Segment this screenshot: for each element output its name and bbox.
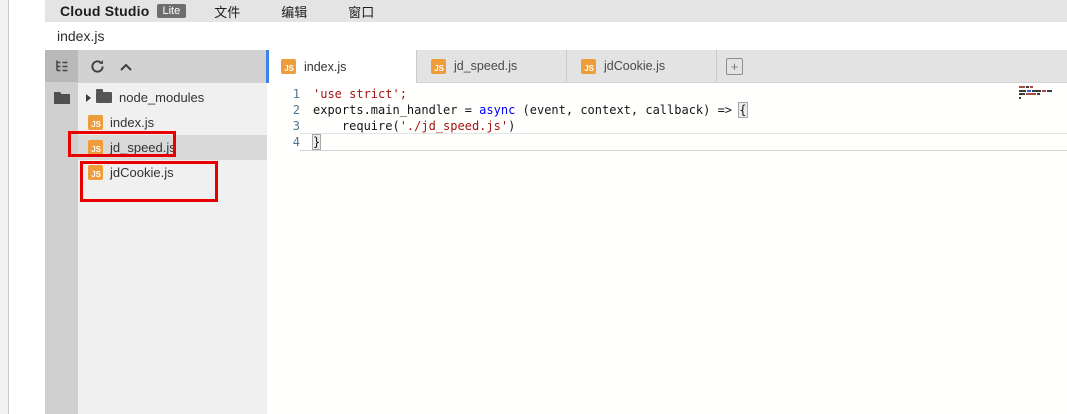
folder-icon (53, 91, 71, 105)
explorer-toolbar (78, 50, 267, 83)
app-logo: Cloud Studio (60, 3, 150, 19)
tab-label: jdCookie.js (604, 59, 665, 73)
refresh-button[interactable] (88, 58, 106, 76)
code-line[interactable]: 4} (267, 134, 1067, 150)
line-number: 4 (267, 134, 300, 150)
menu-window[interactable]: 窗口 (348, 2, 374, 21)
code-lines: 1'use strict';2exports.main_handler = as… (267, 86, 1067, 150)
menu-bar: 文件 编辑 窗口 (214, 2, 374, 21)
tree-item-jd-speed-js[interactable]: JS jd_speed.js (78, 135, 267, 160)
activity-explorer-button[interactable] (45, 50, 78, 82)
tab-bar: JS index.js JS jd_speed.js JS jdCookie.j… (267, 50, 1067, 83)
tree-item-label: jd_speed.js (110, 140, 176, 155)
tree-item-label: jdCookie.js (110, 165, 174, 180)
refresh-icon (90, 59, 105, 74)
list-tree-icon (54, 58, 70, 74)
code-editor[interactable]: 1'use strict';2exports.main_handler = as… (267, 83, 1067, 414)
chevron-up-icon (119, 62, 133, 72)
menu-file[interactable]: 文件 (214, 2, 240, 21)
line-number: 2 (267, 102, 300, 118)
tree-item-node-modules[interactable]: node_modules (78, 85, 267, 110)
menu-edit[interactable]: 编辑 (281, 2, 307, 21)
explorer-panel: node_modules JS index.js JS jd_speed.js … (78, 50, 267, 414)
window-title: index.js (57, 28, 104, 44)
activity-bar (45, 50, 78, 414)
folder-icon (96, 92, 112, 103)
top-menu-bar: Cloud Studio Lite 文件 编辑 窗口 (45, 0, 1067, 22)
tab-jd-speed-js[interactable]: JS jd_speed.js (417, 50, 567, 82)
plus-icon: + (726, 58, 743, 75)
new-tab-button[interactable]: + (717, 50, 743, 82)
js-file-icon: JS (581, 59, 596, 74)
collapse-all-button[interactable] (117, 58, 135, 76)
js-file-icon: JS (88, 165, 103, 180)
tab-label: index.js (304, 60, 346, 74)
editor-group: JS index.js JS jd_speed.js JS jdCookie.j… (267, 50, 1067, 414)
tree-item-index-js[interactable]: JS index.js (78, 110, 267, 135)
tab-label: jd_speed.js (454, 59, 517, 73)
js-file-icon: JS (431, 59, 446, 74)
lite-badge: Lite (157, 4, 187, 18)
tab-index-js[interactable]: JS index.js (267, 50, 417, 83)
js-file-icon: JS (88, 140, 103, 155)
editor-accent-bar (266, 50, 269, 83)
js-file-icon: JS (281, 59, 296, 74)
code-line[interactable]: 1'use strict'; (267, 86, 1067, 102)
tree-item-label: index.js (110, 115, 154, 130)
page-left-scroll-strip (0, 0, 9, 414)
window-title-bar: index.js (9, 22, 1067, 50)
tree-item-jdcookie-js[interactable]: JS jdCookie.js (78, 160, 267, 185)
activity-folder-button[interactable] (45, 82, 78, 114)
chevron-right-icon (86, 94, 91, 102)
tab-jdcookie-js[interactable]: JS jdCookie.js (567, 50, 717, 82)
file-tree: node_modules JS index.js JS jd_speed.js … (78, 83, 267, 185)
line-number: 1 (267, 86, 300, 102)
tree-item-label: node_modules (119, 90, 204, 105)
minimap[interactable] (1019, 86, 1059, 100)
code-line[interactable]: 2exports.main_handler = async (event, co… (267, 102, 1067, 118)
line-number: 3 (267, 118, 300, 134)
js-file-icon: JS (88, 115, 103, 130)
code-line[interactable]: 3 require('./jd_speed.js') (267, 118, 1067, 134)
